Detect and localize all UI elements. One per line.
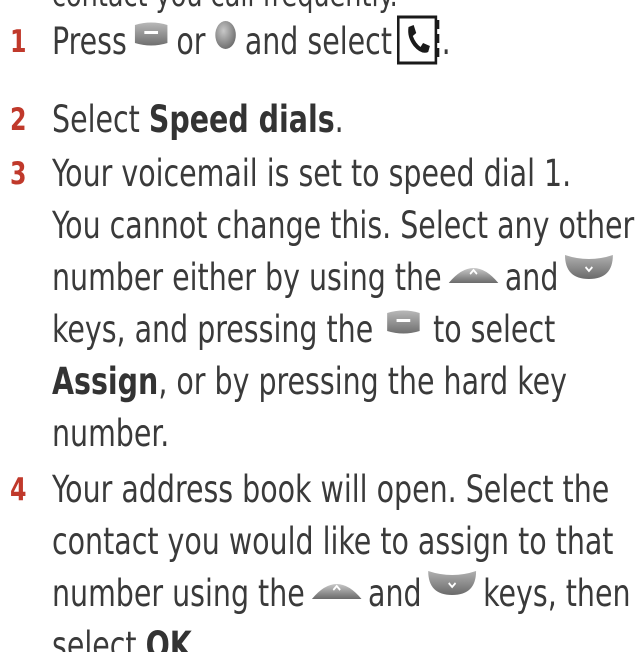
center-ok-key-icon bbox=[214, 20, 236, 50]
step-3-line-4-text: keys, and pressing the bbox=[52, 308, 374, 351]
left-soft-key-icon bbox=[134, 21, 170, 47]
step-3-line-5-text: , or by pressing the hard key bbox=[158, 360, 567, 403]
step-3-line-3-and: and bbox=[504, 256, 559, 299]
step-number: 4 bbox=[10, 472, 27, 508]
step-1-text-or: or bbox=[176, 20, 206, 63]
step-text: Your voicemail is set to speed dial 1. Y… bbox=[52, 148, 635, 460]
step-1-text-select: and select bbox=[244, 20, 392, 63]
step-3-line-4-end: to select bbox=[433, 308, 556, 351]
navigation-up-key-icon bbox=[447, 259, 500, 285]
step-number: 3 bbox=[10, 156, 27, 192]
step-4-line-3-text: number using the bbox=[52, 572, 305, 615]
navigation-down-key-icon bbox=[564, 251, 615, 281]
step-4-line-2: contact you would like to assign to that bbox=[52, 520, 614, 563]
step-text: Your address book will open. Select the … bbox=[52, 464, 633, 652]
step-4-line-3-end: keys, then bbox=[483, 572, 631, 615]
step-4-line-4-period: . bbox=[191, 624, 201, 652]
assign-label: Assign bbox=[52, 360, 159, 403]
contacts-phonebook-icon bbox=[395, 14, 441, 66]
speed-dials-label: Speed dials bbox=[148, 98, 335, 141]
left-soft-key-icon bbox=[385, 309, 421, 335]
step-2-text-period: . bbox=[334, 98, 344, 141]
step-2-text: Select bbox=[52, 98, 149, 141]
step-text: Select Speed dials. bbox=[52, 94, 633, 146]
step-text: Press or and select . bbox=[52, 14, 633, 68]
step-3-line-3-text: number either by using the bbox=[52, 256, 442, 299]
step-3-line-2: You cannot change this. Select any other bbox=[52, 204, 635, 247]
step-4-line-1: Your address book will open. Select the bbox=[52, 468, 610, 511]
step-1-text-press: Press bbox=[52, 20, 127, 63]
navigation-down-key-icon bbox=[427, 567, 478, 597]
intro-fragment: contact you call frequently. bbox=[52, 0, 398, 16]
step-4-line-3-and: and bbox=[368, 572, 422, 615]
step-3-line-1: Your voicemail is set to speed dial 1. bbox=[52, 152, 572, 195]
step-number: 2 bbox=[10, 102, 27, 138]
ok-label: OK bbox=[145, 624, 192, 652]
manual-page: contact you call frequently. 1 Press bbox=[0, 0, 642, 652]
step-3-line-6: number. bbox=[52, 412, 170, 455]
step-4-line-4-text: select bbox=[52, 624, 146, 652]
step-number: 1 bbox=[10, 24, 27, 60]
step-1-text-period: . bbox=[441, 20, 451, 63]
navigation-up-key-icon bbox=[310, 575, 363, 601]
